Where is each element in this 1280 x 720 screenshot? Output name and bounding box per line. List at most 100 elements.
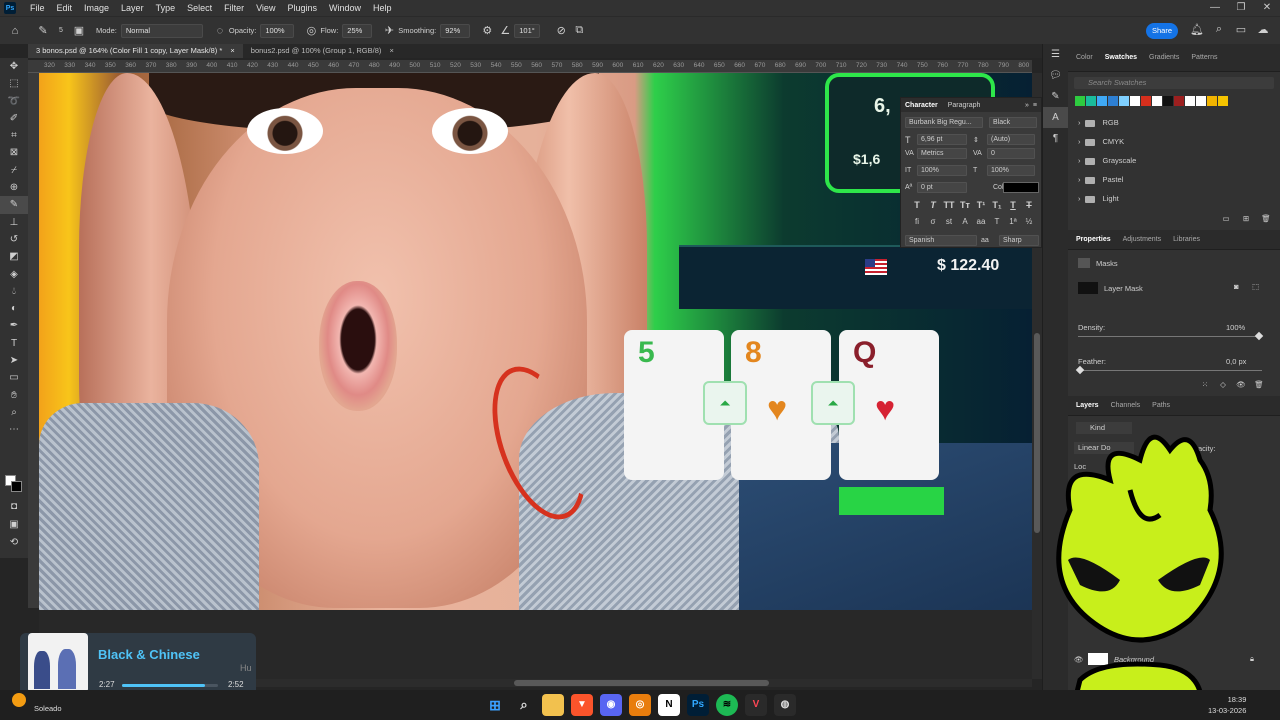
background-color-swatch[interactable] [11, 481, 22, 492]
brush-settings-icon[interactable]: ▣ [70, 24, 88, 37]
marquee-tool-icon[interactable]: ⬚ [0, 75, 28, 92]
faux-bold-icon[interactable]: T [909, 200, 925, 210]
tab-3-bonos[interactable]: 3 bonos.psd @ 164% (Color Fill 1 copy, L… [28, 44, 243, 58]
menu-type[interactable]: Type [150, 0, 182, 16]
titling-alternates-icon[interactable]: T [989, 217, 1005, 226]
swatch-search-input[interactable]: Search Swatches [1074, 77, 1274, 89]
kerning-field[interactable]: Metrics [917, 148, 967, 159]
new-swatch-icon[interactable]: ⊞ [1236, 214, 1256, 223]
smoothing-field[interactable]: 92% [440, 23, 471, 38]
airbrush-icon[interactable]: ✈ [380, 24, 398, 37]
chevron-right-icon[interactable]: › [1078, 152, 1081, 170]
document-canvas[interactable]: 6, $1,6 $ 122.40 5 8 ♥ Q ♥ ⏶ ⏶ [39, 73, 1032, 679]
swatch-chip[interactable] [1130, 96, 1140, 106]
brush-preset-icon[interactable]: ✎ [34, 24, 52, 37]
angle-field[interactable]: 101° [514, 23, 541, 38]
collapse-icon[interactable]: » [1025, 102, 1029, 109]
dodge-tool-icon[interactable]: ◐ [0, 300, 28, 317]
close-icon[interactable]: ✕ [1254, 0, 1280, 16]
tab-close-icon[interactable]: × [390, 46, 394, 55]
weather-widget[interactable] [12, 693, 32, 707]
menu-edit[interactable]: Edit [51, 0, 79, 16]
chevron-right-icon[interactable]: › [1078, 171, 1081, 189]
clone-stamp-tool-icon[interactable]: ⊥ [0, 214, 28, 231]
menu-filter[interactable]: Filter [218, 0, 250, 16]
quick-select-tool-icon[interactable]: ✐ [0, 110, 28, 127]
hand-tool-icon[interactable]: ✋︎ [0, 387, 28, 404]
text-color-swatch[interactable] [1003, 182, 1039, 193]
pressure-size-icon[interactable]: ⊘ [552, 24, 570, 37]
workspace-icon[interactable]: ▭ [1230, 23, 1252, 36]
notion-icon[interactable]: N [658, 694, 680, 716]
all-caps-icon[interactable]: TT [941, 200, 957, 210]
ordinals-icon[interactable]: 1ª [1005, 217, 1021, 226]
menu-plugins[interactable]: Plugins [281, 0, 323, 16]
eyedropper-tool-icon[interactable]: ⌿ [0, 162, 28, 179]
blur-tool-icon[interactable]: 💧︎ [0, 283, 28, 300]
pen-tool-icon[interactable]: ✒ [0, 317, 28, 334]
tab-bonus2[interactable]: bonus2.psd @ 100% (Group 1, RGB/8) × [243, 44, 402, 58]
share-for-review-icon[interactable]: ⟲ [0, 534, 28, 551]
move-tool-icon[interactable]: ✥ [0, 58, 28, 75]
menu-file[interactable]: File [24, 0, 51, 16]
scrollbar-thumb[interactable] [514, 680, 769, 686]
swash-icon[interactable]: A [957, 217, 973, 226]
slider-knob[interactable] [1254, 331, 1264, 341]
swatch-chip[interactable] [1108, 96, 1118, 106]
visibility-eye-icon[interactable]: 👁︎ [1232, 380, 1250, 389]
symmetry-icon[interactable]: ⧉ [570, 24, 588, 37]
opacity-field[interactable]: 100% [260, 23, 295, 38]
frame-tool-icon[interactable]: ⊠ [0, 144, 28, 161]
flow-field[interactable]: 25% [342, 23, 373, 38]
swatch-chip[interactable] [1163, 96, 1173, 106]
search-icon[interactable]: ⌕ [513, 694, 535, 716]
history-panel-icon[interactable]: ☰ [1043, 44, 1068, 65]
brush-size-indicator[interactable]: 5 [52, 27, 70, 34]
small-caps-icon[interactable]: Tт [957, 200, 973, 210]
underline-icon[interactable]: T [1005, 200, 1021, 210]
comments-panel-icon[interactable]: 💬︎ [1043, 65, 1068, 86]
vector-mask-icon[interactable]: ⬚ [1252, 282, 1259, 291]
tab-patterns[interactable]: Patterns [1191, 54, 1217, 61]
quick-mask-icon[interactable]: ◘ [0, 498, 28, 515]
more-tools-icon[interactable]: ⋯ [0, 421, 28, 438]
valorant-icon[interactable]: V [745, 694, 767, 716]
swatch-chip[interactable] [1141, 96, 1151, 106]
home-icon[interactable]: ⌂ [6, 25, 24, 37]
delete-icon[interactable]: 🗑︎ [1250, 380, 1268, 389]
path-selection-tool-icon[interactable]: ➤ [0, 352, 28, 369]
swatch-chip[interactable] [1097, 96, 1107, 106]
chevron-right-icon[interactable]: › [1078, 190, 1081, 208]
stylistic-alternates-icon[interactable]: aa [973, 217, 989, 226]
track-progress-bar[interactable] [122, 684, 218, 687]
tab-paths[interactable]: Paths [1152, 402, 1170, 409]
file-explorer-icon[interactable] [542, 694, 564, 716]
menu-view[interactable]: View [250, 0, 281, 16]
photoshop-app-icon[interactable]: Ps [687, 694, 709, 716]
swatch-chip[interactable] [1152, 96, 1162, 106]
smoothing-options-gear-icon[interactable]: ⚙ [478, 24, 496, 37]
spot-healing-tool-icon[interactable]: ⊕ [0, 179, 28, 196]
search-icon[interactable]: ⌕ [1208, 23, 1230, 36]
swatch-folder-grayscale[interactable]: › Grayscale [1078, 152, 1136, 170]
swatch-chip[interactable] [1119, 96, 1129, 106]
font-style-select[interactable]: Black [989, 117, 1037, 128]
menu-select[interactable]: Select [181, 0, 218, 16]
swatch-chip[interactable] [1075, 96, 1085, 106]
superscript-icon[interactable]: T¹ [973, 200, 989, 210]
tab-close-icon[interactable]: × [230, 46, 234, 55]
swatch-folder-rgb[interactable]: › RGB [1078, 114, 1119, 132]
language-select[interactable]: Spanish [905, 235, 977, 246]
mode-select[interactable]: Normal [120, 23, 203, 38]
notifications-bell-icon[interactable]: 🔔︎ [1186, 23, 1208, 36]
baseline-shift-field[interactable]: 0 pt [917, 182, 967, 193]
menu-layer[interactable]: Layer [115, 0, 150, 16]
layer-mask-thumbnail[interactable] [1078, 282, 1098, 294]
feather-value[interactable]: 0,0 px [1226, 357, 1246, 366]
delete-icon[interactable]: 🗑︎ [1256, 214, 1276, 223]
swatch-folder-cmyk[interactable]: › CMYK [1078, 133, 1124, 151]
load-selection-icon[interactable]: ⁙ [1196, 380, 1214, 389]
tab-libraries[interactable]: Libraries [1173, 236, 1200, 243]
character-panel-icon[interactable]: A [1043, 107, 1068, 128]
brave-browser-icon[interactable]: ▼ [571, 694, 593, 716]
